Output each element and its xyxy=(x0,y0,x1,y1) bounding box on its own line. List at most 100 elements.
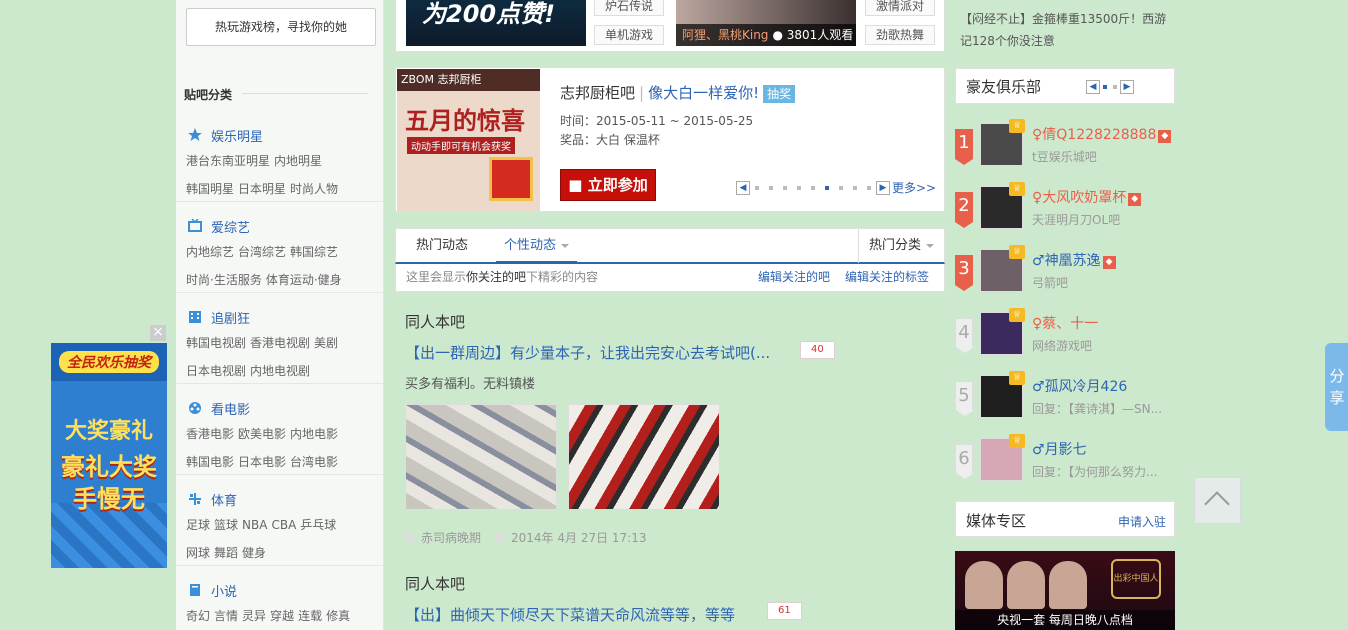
next-arrow-icon[interactable]: ▶ xyxy=(1120,80,1134,94)
hot-category-dropdown[interactable]: 热门分类 xyxy=(858,229,945,263)
category-link[interactable]: 内地电视剧 xyxy=(250,364,310,378)
edit-followed-forums-link[interactable]: 编辑关注的吧 xyxy=(758,264,830,290)
category-name[interactable]: 小说 xyxy=(211,581,237,600)
category-name[interactable]: 爱综艺 xyxy=(211,217,250,236)
post-author[interactable]: 赤司病晚期 xyxy=(421,531,481,545)
category-link[interactable]: 灵异 xyxy=(242,609,266,623)
rank-item[interactable]: 1 ♕ ♀倩Q1228228888 ◆ t豆娱乐城吧 xyxy=(955,119,1175,173)
promo-image[interactable]: ZBOM 志邦厨柜 五月的惊喜 动动手即可有机会获奖 xyxy=(397,69,540,211)
more-link[interactable]: 更多>> xyxy=(892,179,936,196)
feed-post-title[interactable]: 【出】曲倾天下倾尽天下菜谱天命风流等等，等等 xyxy=(405,604,735,625)
pager-dot[interactable] xyxy=(839,186,843,190)
category-name[interactable]: 追剧狂 xyxy=(211,308,250,327)
post-thumbnail[interactable] xyxy=(568,404,720,510)
pager-dot[interactable] xyxy=(755,186,759,190)
category-link[interactable]: 欧美电影 xyxy=(238,427,286,441)
feed-post-title[interactable]: 【出一群周边】有少量本子，让我出完安心去考试吧(... xyxy=(405,342,770,363)
rank-item[interactable]: 2 ♕ ♀大风吹奶罩杯 ◆ 天涯明月刀OL吧 xyxy=(955,182,1175,236)
category-link[interactable]: CBA xyxy=(271,518,296,532)
category-link[interactable]: 连载 xyxy=(298,609,322,623)
feed-forum-name[interactable]: 同人本吧 xyxy=(405,311,465,332)
tab-personal-activity[interactable]: 个性动态 xyxy=(496,229,578,263)
post-thumbnail[interactable] xyxy=(405,404,557,510)
category-link[interactable]: 篮球 xyxy=(214,518,238,532)
category-link[interactable]: 足球 xyxy=(186,518,210,532)
category-link[interactable]: 韩国电视剧 xyxy=(186,336,246,350)
prev-arrow-icon[interactable]: ◀ xyxy=(1086,80,1100,94)
category-link[interactable]: 健身 xyxy=(242,546,266,560)
category-link[interactable]: 香港电视剧 xyxy=(250,336,310,350)
pager-dot[interactable] xyxy=(867,186,871,190)
category-link[interactable]: 舞蹈 xyxy=(214,546,238,560)
category-link[interactable]: 香港电影 xyxy=(186,427,234,441)
prev-arrow-icon[interactable]: ◀ xyxy=(736,181,750,195)
pager-dot[interactable] xyxy=(811,186,815,190)
category-link[interactable]: 内地综艺 xyxy=(186,245,234,259)
pager-dot[interactable] xyxy=(1103,85,1107,89)
category-link[interactable]: 言情 xyxy=(214,609,238,623)
rank-username[interactable]: ♀蔡、十一 xyxy=(1032,313,1098,333)
category-link[interactable]: 时尚人物 xyxy=(290,182,338,196)
category-link[interactable]: 港台东南亚明星 xyxy=(186,154,270,168)
category-link[interactable]: 日本明星 xyxy=(238,182,286,196)
category-link[interactable]: 日本电影 xyxy=(238,455,286,469)
back-to-top-button[interactable] xyxy=(1194,477,1241,524)
tag-button[interactable]: 劲歌热舞 xyxy=(865,25,935,45)
category-link[interactable]: 日本电视剧 xyxy=(186,364,246,378)
category-link[interactable]: 修真 xyxy=(326,609,350,623)
pager-dot[interactable] xyxy=(797,186,801,190)
category-link[interactable]: NBA xyxy=(242,518,267,532)
ad-line: 大奖豪礼 xyxy=(64,419,153,444)
hot-games-button[interactable]: 热玩游戏榜，寻找你的她 xyxy=(186,8,376,46)
category-link[interactable]: 穿越 xyxy=(270,609,294,623)
category-link[interactable]: 乒乓球 xyxy=(300,518,336,532)
category-name[interactable]: 看电影 xyxy=(211,399,250,418)
pager-dot[interactable] xyxy=(825,186,829,190)
notice-text[interactable]: 【闷经不止】金箍棒重13500斤！西游记128个你没注意 xyxy=(960,8,1170,52)
live-stream-image[interactable]: 阿狸、黑桃King ● 3801人观看 xyxy=(676,0,856,46)
lottery-ad[interactable]: 全民欢乐抽奖 大奖豪礼 豪礼大奖 手慢无 xyxy=(51,343,167,568)
join-now-button[interactable]: ■ 立即参加 xyxy=(560,169,656,201)
rank-item[interactable]: 6 ♕ ♂月影七 回复：【为何那么努力... xyxy=(955,434,1175,488)
tab-hot-activity[interactable]: 热门动态 xyxy=(416,229,468,263)
pager-dot[interactable] xyxy=(783,186,787,190)
pager-dot[interactable] xyxy=(769,186,773,190)
rank-username[interactable]: ♂孤风冷月426 xyxy=(1032,376,1127,396)
media-banner[interactable]: 出彩中国人 央视一套 每周日晚八点档 xyxy=(955,551,1175,630)
edit-followed-tags-link[interactable]: 编辑关注的标签 xyxy=(845,264,929,290)
category-name[interactable]: 娱乐明星 xyxy=(211,126,263,145)
category-link[interactable]: 体育运动·健身 xyxy=(266,273,342,287)
rank-item[interactable]: 4 ♕ ♀蔡、十一 网络游戏吧 xyxy=(955,308,1175,362)
tag-button[interactable]: 炉石传说 xyxy=(594,0,664,16)
promo-forum-link[interactable]: 志邦厨柜吧 xyxy=(560,84,635,102)
pager-dot[interactable] xyxy=(1113,85,1117,89)
feed-forum-name[interactable]: 同人本吧 xyxy=(405,573,465,594)
category-link[interactable]: 韩国综艺 xyxy=(290,245,338,259)
next-arrow-icon[interactable]: ▶ xyxy=(876,181,890,195)
ad-close-button[interactable]: × xyxy=(150,325,166,341)
category-link[interactable]: 韩国明星 xyxy=(186,182,234,196)
promo-slogan[interactable]: 像大白一样爱你! xyxy=(648,84,759,102)
category-link[interactable]: 内地明星 xyxy=(274,154,322,168)
category-link[interactable]: 内地电影 xyxy=(290,427,338,441)
rank-username[interactable]: ♀大风吹奶罩杯 ◆ xyxy=(1032,187,1142,207)
category-link[interactable]: 网球 xyxy=(186,546,210,560)
share-button[interactable]: 分享 xyxy=(1325,343,1348,431)
category-name[interactable]: 体育 xyxy=(211,490,237,509)
rank-username[interactable]: ♂月影七 xyxy=(1032,439,1087,459)
category-link[interactable]: 奇幻 xyxy=(186,609,210,623)
rank-username[interactable]: ♂神凰苏逸 ◆ xyxy=(1032,250,1116,270)
banner-image[interactable]: 为200点赞! xyxy=(406,0,586,46)
category-link[interactable]: 韩国电影 xyxy=(186,455,234,469)
category-link[interactable]: 美剧 xyxy=(314,336,338,350)
tag-button[interactable]: 单机游戏 xyxy=(594,25,664,45)
category-link[interactable]: 台湾电影 xyxy=(290,455,338,469)
apply-join-link[interactable]: 申请入驻 xyxy=(1118,513,1166,530)
tag-button[interactable]: 激情派对 xyxy=(865,0,935,16)
rank-item[interactable]: 3 ♕ ♂神凰苏逸 ◆ 弓箭吧 xyxy=(955,245,1175,299)
rank-item[interactable]: 5 ♕ ♂孤风冷月426 回复：【龚诗淇】—SN... xyxy=(955,371,1175,425)
category-link[interactable]: 台湾综艺 xyxy=(238,245,286,259)
pager-dot[interactable] xyxy=(853,186,857,190)
rank-username[interactable]: ♀倩Q1228228888 ◆ xyxy=(1032,124,1172,144)
category-link[interactable]: 时尚·生活服务 xyxy=(186,273,262,287)
